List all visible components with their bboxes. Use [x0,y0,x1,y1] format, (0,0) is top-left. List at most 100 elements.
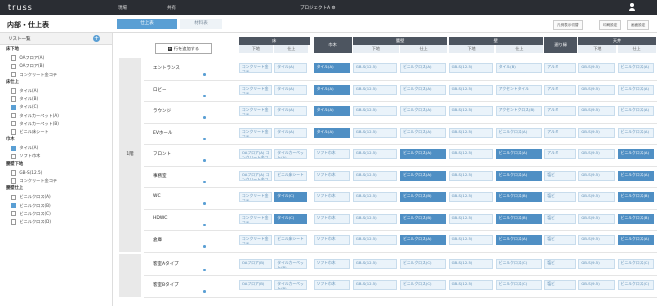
checkbox[interactable] [11,194,17,201]
sidebar-item[interactable]: ビニル床シート [0,128,112,136]
finish-cell[interactable]: 塩ビ [544,258,576,269]
finish-cell[interactable]: GB-S(9.5) [578,258,616,269]
print-settings-button[interactable]: 印刷設定 [599,20,622,30]
sidebar-item[interactable]: ビニルクロス(B) [0,202,112,210]
finish-cell[interactable]: ビニルクロス(B) [495,213,542,224]
finish-cell[interactable]: ビニルクロス(A) [495,127,542,138]
finish-cell[interactable]: GB-S(12.5) [352,63,398,73]
finish-cell[interactable]: 塩ビ [544,235,576,245]
room-name[interactable]: HDWC [153,216,167,221]
checkbox[interactable] [11,55,17,61]
legend-toggle-button[interactable]: 凡例表示切替 [553,20,583,30]
finish-cell[interactable]: ビニルクロス(A) [400,106,446,116]
checkbox[interactable] [11,170,17,176]
finish-cell[interactable]: ビニルクロス(A) [400,149,446,159]
finish-cell[interactable]: ビニルクロス(B) [400,213,446,224]
room-name[interactable]: ラウンジ [153,108,171,114]
checkbox[interactable] [11,71,17,78]
table-row[interactable]: EVホール コンクリート金コテ タイル(A) タイル(A) GB-S(12.5) ビニルク… [144,123,657,145]
finish-cell[interactable]: GB-S(12.5) [448,235,494,245]
finish-cell[interactable]: アルミ [544,106,576,116]
edit-dot-icon[interactable] [203,202,206,205]
checkbox[interactable] [11,211,17,217]
checkbox[interactable] [11,145,17,151]
edit-dot-icon[interactable] [203,268,206,271]
finish-cell[interactable]: GB-S(12.5) [352,106,398,116]
finish-cell[interactable]: OAフロア(A) コンクリート金コテ [238,170,272,181]
finish-cell[interactable]: ビニルクロス(A) [400,127,446,138]
room-name[interactable]: エントランス [153,65,180,71]
finish-cell[interactable]: タイル(A) [274,84,308,95]
finish-cell[interactable]: タイル(A) [274,63,308,73]
table-row[interactable]: 倉庫 コンクリート金コテ ビニル床シート ソフト巾木 GB-S(12.5) ビニルクロス(… [144,230,657,253]
finish-cell[interactable]: タイルカーペット(B) [274,258,308,269]
table-row[interactable]: HDWC コンクリート金コテ タイル(C) ソフト巾木 GB-S(12.5) ビニルクロス… [144,209,657,231]
finish-cell[interactable]: コンクリート金コテ [238,84,272,95]
sidebar-item[interactable]: コンクリート金コテ [0,177,112,185]
finish-cell[interactable]: タイル(A) [274,106,308,116]
finish-cell[interactable]: GB-S(9.5) [578,192,616,202]
edit-dot-icon[interactable] [203,116,206,119]
finish-cell[interactable]: タイル(C) [274,192,308,202]
finish-cell[interactable]: コンクリート金コテ [238,106,272,116]
finish-cell[interactable]: GB-S(12.5) [352,149,398,159]
finish-cell[interactable]: タイルカーペット(B) [274,280,308,290]
add-row-button[interactable]: + 行を追加する [155,43,212,54]
finish-cell[interactable]: ビニルクロス(A) [617,149,655,159]
checkbox[interactable] [11,153,17,160]
finish-cell[interactable]: アルミ [544,84,576,95]
checkbox[interactable] [11,120,17,127]
finish-cell[interactable]: コンクリート金コテ [238,213,272,224]
checkbox[interactable] [11,104,17,110]
user-icon[interactable] [628,3,636,11]
screen-settings-button[interactable]: 画面設定 [627,20,650,30]
finish-cell[interactable]: GB-S(9.5) [578,106,616,116]
sidebar-item[interactable]: ビニルクロス(A) [0,193,112,201]
finish-cell[interactable]: コンクリート金コテ [238,127,272,138]
sidebar-item[interactable]: ビニルクロス(D) [0,218,112,226]
finish-cell[interactable]: GB-S(12.5) [352,127,398,138]
finish-cell[interactable]: ビニルクロス(A) [617,170,655,181]
tab-material-table[interactable]: 材料表 [180,19,222,29]
finish-cell[interactable]: GB-S(12.5) [352,280,398,290]
sidebar-item[interactable]: タイル(C) [0,103,112,111]
finish-cell[interactable]: コンクリート金コテ [238,192,272,202]
checkbox[interactable] [11,219,17,225]
sidebar-item[interactable]: ソフト巾木 [0,152,112,160]
finish-cell[interactable]: GB-S(12.5) [448,170,494,181]
room-name[interactable]: フロント [153,151,171,157]
finish-cell[interactable]: GB-S(9.5) [578,280,616,290]
finish-cell[interactable]: ビニルクロス(C) [617,280,655,290]
room-name[interactable]: WC [153,194,161,199]
finish-cell[interactable]: タイル(A) [313,84,351,95]
finish-cell[interactable]: ソフト巾木 [313,149,351,159]
finish-cell[interactable]: GB-S(9.5) [578,213,616,224]
finish-cell[interactable]: 塩ビ [544,280,576,290]
finish-cell[interactable]: GB-S(9.5) [578,127,616,138]
finish-cell[interactable]: GB-S(9.5) [578,63,616,73]
finish-cell[interactable]: ビニルクロス(A) [495,170,542,181]
finish-cell[interactable]: コンクリート金コテ [238,63,272,73]
finish-cell[interactable]: GB-S(12.5) [352,192,398,202]
sidebar-item[interactable]: タイルカーペット(B) [0,120,112,128]
finish-cell[interactable]: GB-S(12.5) [448,149,494,159]
checkbox[interactable] [11,112,17,119]
finish-cell[interactable]: ソフト巾木 [313,192,351,202]
finish-cell[interactable]: ビニルクロス(A) [400,84,446,95]
finish-cell[interactable]: コンクリート金コテ [238,235,272,245]
finish-cell[interactable]: ビニルクロス(C) [617,258,655,269]
sidebar-item[interactable]: コンクリート金コテ [0,71,112,79]
add-list-icon[interactable]: + [93,35,100,42]
finish-cell[interactable]: タイル(C) [274,213,308,224]
sidebar-item[interactable]: タイルカーペット(A) [0,112,112,120]
table-row[interactable]: ロビー コンクリート金コテ タイル(A) タイル(A) GB-S(12.5) ビニルクロス… [144,80,657,102]
nav-share[interactable]: 共有 [167,5,176,11]
finish-cell[interactable]: ビニルクロス(A) [617,127,655,138]
sidebar-item[interactable]: OAフロア(B) [0,62,112,70]
finish-cell[interactable]: タイル(A) [313,63,351,73]
finish-cell[interactable]: タイル(A) [313,127,351,138]
sidebar-item[interactable]: ビニルクロス(C) [0,210,112,218]
finish-cell[interactable]: GB-S(12.5) [448,106,494,116]
finish-cell[interactable]: ビニルクロス(A) [617,84,655,95]
finish-cell[interactable]: タイルカーペット(A) [274,149,308,159]
